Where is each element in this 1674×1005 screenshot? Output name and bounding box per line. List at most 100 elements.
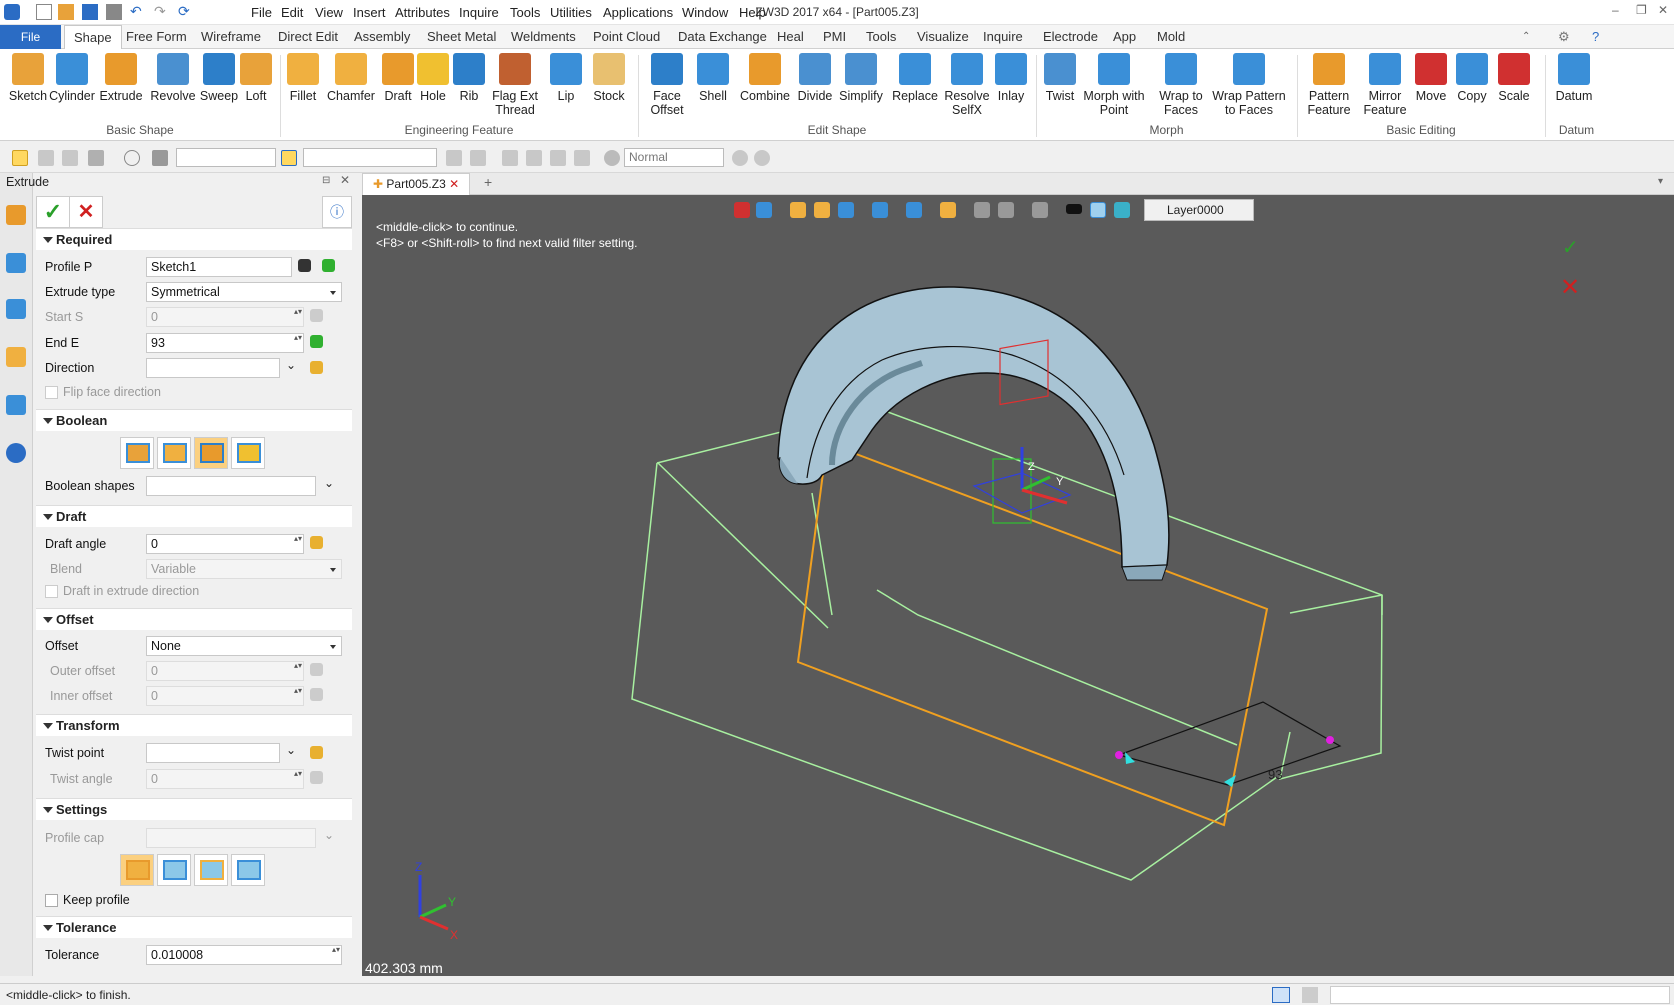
twist-angle-pick-icon[interactable]: [310, 771, 323, 784]
panel-pin-icon[interactable]: ⊟: [322, 175, 330, 186]
print-icon[interactable]: [106, 4, 122, 20]
menu-window[interactable]: Window: [682, 5, 728, 20]
style-reset-icon[interactable]: [754, 150, 770, 166]
draft-extrude-dir-checkbox[interactable]: [45, 585, 58, 598]
align-icon-3[interactable]: [550, 150, 566, 166]
undo-icon[interactable]: ↶: [130, 4, 146, 20]
ok-button[interactable]: ✓: [36, 196, 70, 228]
tool-icon-1[interactable]: [446, 150, 462, 166]
end-pick-icon[interactable]: [310, 335, 323, 348]
offset-select[interactable]: None: [146, 636, 342, 656]
menu-edit[interactable]: Edit: [281, 5, 303, 20]
pin-icon[interactable]: [574, 150, 590, 166]
menu-file[interactable]: File: [251, 5, 272, 20]
boolean-remove-button[interactable]: [194, 437, 228, 469]
tab-electrode[interactable]: Electrode: [1043, 25, 1098, 49]
view-manager-icon[interactable]: [6, 395, 26, 415]
twist-point-field[interactable]: [146, 743, 280, 763]
twist-angle-field[interactable]: 0: [146, 769, 304, 789]
restore-button[interactable]: ❐: [1636, 3, 1647, 17]
start-pick-icon[interactable]: [310, 309, 323, 322]
feature-manager-icon[interactable]: [6, 205, 26, 225]
profile-cap-field[interactable]: [146, 828, 316, 848]
section-settings[interactable]: Settings: [36, 798, 352, 820]
tab-inquire[interactable]: Inquire: [983, 25, 1023, 49]
menu-insert[interactable]: Insert: [353, 5, 386, 20]
cap-none-button[interactable]: [120, 854, 154, 886]
user-icon[interactable]: [6, 443, 26, 463]
save-icon[interactable]: [82, 4, 98, 20]
style-icon[interactable]: [604, 150, 620, 166]
style-combo[interactable]: Normal: [624, 148, 724, 167]
add-filter-icon[interactable]: [38, 150, 54, 166]
tab-pmi[interactable]: PMI: [823, 25, 846, 49]
ribbon-wrap-pattern-to-faces-button[interactable]: Wrap Pattern to Faces: [1209, 53, 1289, 117]
tab-wireframe[interactable]: Wireframe: [201, 25, 261, 49]
menu-inquire[interactable]: Inquire: [459, 5, 499, 20]
status-layout-icon[interactable]: [1272, 987, 1290, 1003]
boolean-shapes-field[interactable]: [146, 476, 316, 496]
tab-weldments[interactable]: Weldments: [511, 25, 576, 49]
start-field[interactable]: 0: [146, 307, 304, 327]
boolean-intersect-button[interactable]: [231, 437, 265, 469]
tab-data-exchange[interactable]: Data Exchange: [678, 25, 767, 49]
blend-select[interactable]: Variable: [146, 559, 342, 579]
app-logo-icon[interactable]: [4, 4, 20, 20]
tool-icon-2[interactable]: [470, 150, 486, 166]
ribbon-datum-button[interactable]: Datum: [1534, 53, 1614, 103]
pick-mode-icon[interactable]: [88, 150, 104, 166]
menu-tools[interactable]: Tools: [510, 5, 540, 20]
menu-utilities[interactable]: Utilities: [550, 5, 592, 20]
sketch-picker-icon[interactable]: [298, 259, 311, 272]
section-tolerance[interactable]: Tolerance: [36, 916, 352, 938]
inner-offset-field[interactable]: 0: [146, 686, 304, 706]
tab-mold[interactable]: Mold: [1157, 25, 1185, 49]
align-icon-1[interactable]: [502, 150, 518, 166]
tab-direct-edit[interactable]: Direct Edit: [278, 25, 338, 49]
command-input[interactable]: [1330, 986, 1670, 1004]
filter-combo[interactable]: [176, 148, 276, 167]
part-library-icon[interactable]: [6, 347, 26, 367]
tab-assembly[interactable]: Assembly: [354, 25, 410, 49]
cap-end-button[interactable]: [194, 854, 228, 886]
document-tab[interactable]: ✚ Part005.Z3 ✕: [362, 173, 471, 195]
cancel-button[interactable]: ✕: [69, 196, 103, 228]
snap-icon[interactable]: [281, 150, 297, 166]
3d-viewport[interactable]: <middle-click> to continue. <F8> or <Shi…: [362, 195, 1674, 976]
flip-face-checkbox[interactable]: [45, 386, 58, 399]
cap-start-button[interactable]: [157, 854, 191, 886]
dimension-handle-right[interactable]: [1326, 736, 1334, 744]
menu-applications[interactable]: Applications: [603, 5, 673, 20]
extrude-type-select[interactable]: Symmetrical: [146, 282, 342, 302]
profile-field[interactable]: Sketch1: [146, 257, 292, 277]
tolerance-field[interactable]: 0.010008: [146, 945, 342, 965]
keep-profile-checkbox[interactable]: [45, 894, 58, 907]
remove-filter-icon[interactable]: [62, 150, 78, 166]
end-field[interactable]: 93: [146, 333, 304, 353]
profile-cap-expand-icon[interactable]: ⌄: [324, 828, 334, 842]
refresh-icon[interactable]: ⟳: [178, 4, 194, 20]
draft-pick-icon[interactable]: [310, 536, 323, 549]
boolean-expand-icon[interactable]: ⌄: [324, 476, 334, 490]
profile-pick-icon[interactable]: [322, 259, 335, 272]
twist-expand-icon[interactable]: ⌄: [286, 743, 296, 757]
circle-select-icon[interactable]: [124, 150, 140, 166]
section-required[interactable]: Required: [36, 228, 352, 250]
direction-expand-icon[interactable]: ⌄: [286, 358, 296, 372]
direction-field[interactable]: [146, 358, 280, 378]
section-transform[interactable]: Transform: [36, 714, 352, 736]
tab-point-cloud[interactable]: Point Cloud: [593, 25, 660, 49]
outer-offset-pick-icon[interactable]: [310, 663, 323, 676]
tab-free-form[interactable]: Free Form: [126, 25, 187, 49]
boolean-base-button[interactable]: [120, 437, 154, 469]
dimension-handle-left[interactable]: [1115, 751, 1123, 759]
menu-view[interactable]: View: [315, 5, 343, 20]
tab-heal[interactable]: Heal: [777, 25, 804, 49]
status-panel-icon[interactable]: [1302, 987, 1318, 1003]
cap-both-button[interactable]: [231, 854, 265, 886]
panel-close-icon[interactable]: ✕: [340, 173, 350, 187]
tab-sheet-metal[interactable]: Sheet Metal: [427, 25, 496, 49]
twist-pick-icon[interactable]: [310, 746, 323, 759]
tab-menu-icon[interactable]: ▾: [1658, 176, 1663, 187]
filter-list-icon[interactable]: [152, 150, 168, 166]
